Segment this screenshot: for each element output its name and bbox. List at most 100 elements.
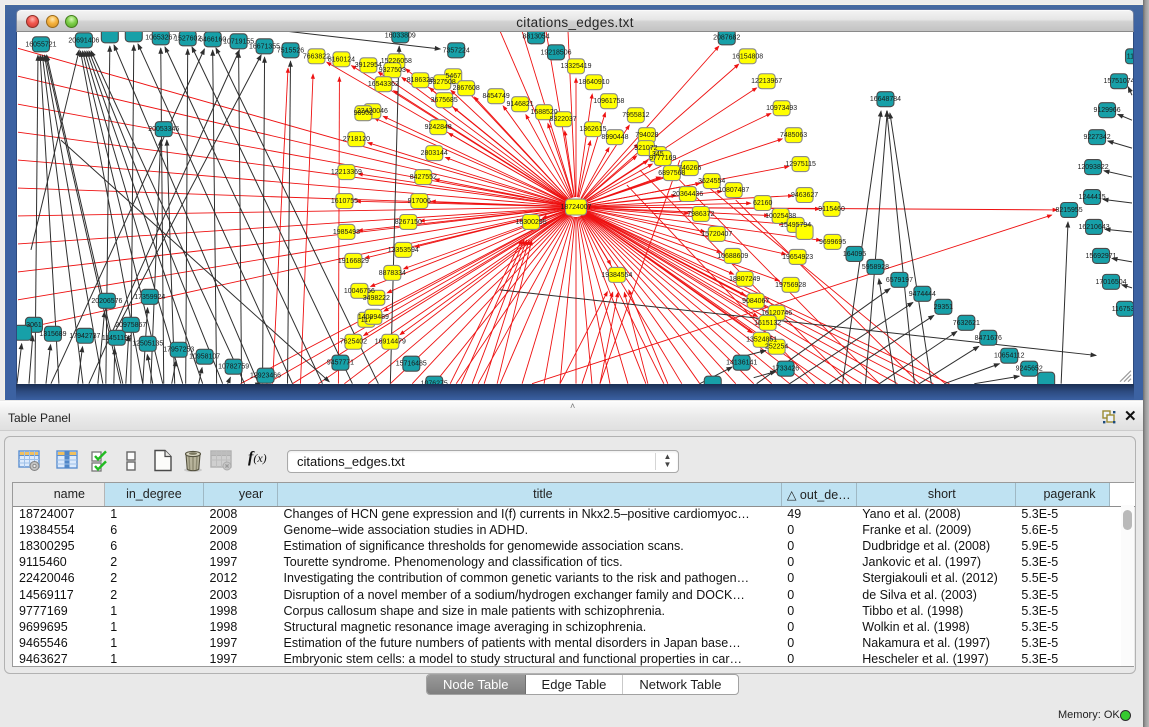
svg-text:17016504: 17016504 bbox=[1096, 279, 1127, 286]
svg-text:8427552: 8427552 bbox=[410, 174, 437, 181]
svg-text:1733426: 1733426 bbox=[772, 366, 799, 373]
svg-text:8160124: 8160124 bbox=[328, 56, 355, 63]
svg-text:12213369: 12213369 bbox=[331, 169, 362, 176]
svg-text:16914479: 16914479 bbox=[375, 339, 406, 346]
svg-text:9084067: 9084067 bbox=[742, 298, 769, 305]
svg-text:7357224: 7357224 bbox=[443, 47, 470, 54]
svg-text:14099489: 14099489 bbox=[358, 314, 389, 321]
svg-text:12213967: 12213967 bbox=[751, 78, 782, 85]
svg-text:19384554: 19384554 bbox=[601, 272, 632, 279]
svg-text:3498222: 3498222 bbox=[363, 295, 390, 302]
svg-text:2718120: 2718120 bbox=[343, 136, 370, 143]
svg-text:164095: 164095 bbox=[843, 251, 866, 258]
svg-text:7625402: 7625402 bbox=[340, 339, 367, 346]
svg-text:20206576: 20206576 bbox=[91, 298, 122, 305]
svg-text:3624554: 3624554 bbox=[698, 178, 725, 185]
svg-text:16033809: 16033809 bbox=[385, 32, 416, 39]
svg-text:9327503: 9327503 bbox=[379, 67, 406, 74]
svg-text:16648784: 16648784 bbox=[870, 96, 901, 103]
svg-text:12923466: 12923466 bbox=[250, 373, 281, 380]
svg-text:7632621: 7632621 bbox=[953, 320, 980, 327]
svg-text:1076275: 1076275 bbox=[421, 381, 448, 384]
svg-text:19756928: 19756928 bbox=[775, 282, 806, 289]
svg-text:9146821: 9146821 bbox=[507, 101, 534, 108]
svg-text:12505135: 12505135 bbox=[132, 341, 163, 348]
svg-text:794028: 794028 bbox=[635, 132, 658, 139]
svg-text:20691406: 20691406 bbox=[68, 37, 99, 44]
svg-text:17942737: 17942737 bbox=[69, 333, 100, 340]
svg-text:9474444: 9474444 bbox=[909, 291, 936, 298]
svg-text:10046756: 10046756 bbox=[344, 288, 375, 295]
svg-text:2867608: 2867608 bbox=[453, 85, 480, 92]
svg-text:20975867: 20975867 bbox=[115, 322, 146, 329]
svg-text:1588520: 1588520 bbox=[530, 109, 557, 116]
svg-text:12975115: 12975115 bbox=[785, 161, 816, 168]
svg-text:16154808: 16154808 bbox=[732, 53, 763, 60]
svg-text:1610755: 1610755 bbox=[331, 198, 358, 205]
svg-text:9777169: 9777169 bbox=[649, 155, 676, 162]
svg-text:3061: 3061 bbox=[26, 322, 42, 329]
svg-text:12093822: 12093822 bbox=[1078, 164, 1109, 171]
svg-text:16120746: 16120746 bbox=[761, 310, 792, 317]
svg-text:9115460: 9115460 bbox=[818, 206, 845, 213]
svg-text:917006: 917006 bbox=[408, 198, 431, 205]
svg-text:9699695: 9699695 bbox=[819, 239, 846, 246]
svg-text:2087682: 2087682 bbox=[713, 34, 740, 41]
svg-text:7955812: 7955812 bbox=[622, 112, 649, 119]
svg-text:1362615: 1362615 bbox=[579, 126, 606, 133]
svg-text:1315689: 1315689 bbox=[39, 331, 66, 338]
svg-text:9463627: 9463627 bbox=[791, 192, 818, 199]
svg-text:8471676: 8471676 bbox=[975, 335, 1002, 342]
svg-text:1167533: 1167533 bbox=[1112, 306, 1134, 313]
svg-text:18807249: 18807249 bbox=[729, 276, 760, 283]
svg-text:8990448: 8990448 bbox=[601, 134, 628, 141]
svg-text:8454749: 8454749 bbox=[483, 93, 510, 100]
svg-text:17957253: 17957253 bbox=[163, 347, 194, 354]
svg-text:19166829: 19166829 bbox=[338, 258, 369, 265]
svg-text:10654112: 10654112 bbox=[994, 353, 1025, 360]
svg-text:9227342: 9227342 bbox=[1083, 134, 1110, 141]
svg-text:6897568: 6897568 bbox=[658, 170, 685, 177]
svg-text:8322037: 8322037 bbox=[549, 116, 576, 123]
svg-text:17359924: 17359924 bbox=[134, 294, 165, 301]
svg-text:8267150: 8267150 bbox=[395, 219, 422, 226]
svg-text:15716485: 15716485 bbox=[396, 361, 427, 368]
svg-text:8813054: 8813054 bbox=[522, 33, 549, 40]
svg-text:5958928: 5958928 bbox=[862, 264, 889, 271]
svg-text:10807487: 10807487 bbox=[718, 187, 749, 194]
svg-text:11451194: 11451194 bbox=[102, 335, 132, 342]
svg-text:15751074: 15751074 bbox=[1104, 78, 1134, 85]
svg-text:20053346: 20053346 bbox=[148, 126, 179, 133]
svg-text:6579197: 6579197 bbox=[886, 277, 913, 284]
svg-text:7986372: 7986372 bbox=[687, 211, 714, 218]
svg-text:1985498: 1985498 bbox=[333, 229, 360, 236]
svg-text:10782759: 10782759 bbox=[218, 364, 249, 371]
svg-text:10961758: 10961758 bbox=[593, 98, 624, 105]
svg-text:15692971: 15692971 bbox=[1086, 253, 1117, 260]
svg-text:18300295: 18300295 bbox=[516, 219, 547, 226]
svg-text:1112: 1112 bbox=[1127, 53, 1134, 60]
svg-text:2803144: 2803144 bbox=[421, 150, 448, 157]
svg-text:7485063: 7485063 bbox=[780, 132, 807, 139]
svg-text:10688609: 10688609 bbox=[717, 253, 748, 260]
svg-text:7515526: 7515526 bbox=[277, 47, 304, 54]
svg-text:10653267: 10653267 bbox=[145, 34, 176, 41]
svg-text:10973493: 10973493 bbox=[766, 105, 797, 112]
svg-text:16671355: 16671355 bbox=[249, 43, 280, 50]
svg-text:14136141: 14136141 bbox=[726, 360, 757, 367]
svg-text:62160: 62160 bbox=[753, 200, 773, 207]
svg-text:13325419: 13325419 bbox=[560, 63, 591, 70]
svg-text:15495794: 15495794 bbox=[780, 222, 811, 229]
svg-text:9457771: 9457771 bbox=[327, 360, 354, 367]
svg-text:98902: 98902 bbox=[354, 110, 374, 117]
svg-text:15720407: 15720407 bbox=[701, 231, 732, 238]
svg-text:7663822: 7663822 bbox=[303, 53, 330, 60]
svg-text:9129966: 9129966 bbox=[1093, 107, 1120, 114]
svg-text:3675685: 3675685 bbox=[431, 97, 458, 104]
svg-text:15226058: 15226058 bbox=[381, 58, 412, 65]
svg-text:8215955: 8215955 bbox=[1056, 207, 1083, 214]
svg-text:16055721: 16055721 bbox=[25, 41, 56, 48]
svg-text:8878334: 8878334 bbox=[379, 270, 406, 277]
svg-text:18640910: 18640910 bbox=[578, 79, 609, 86]
svg-text:19218506: 19218506 bbox=[541, 49, 572, 56]
